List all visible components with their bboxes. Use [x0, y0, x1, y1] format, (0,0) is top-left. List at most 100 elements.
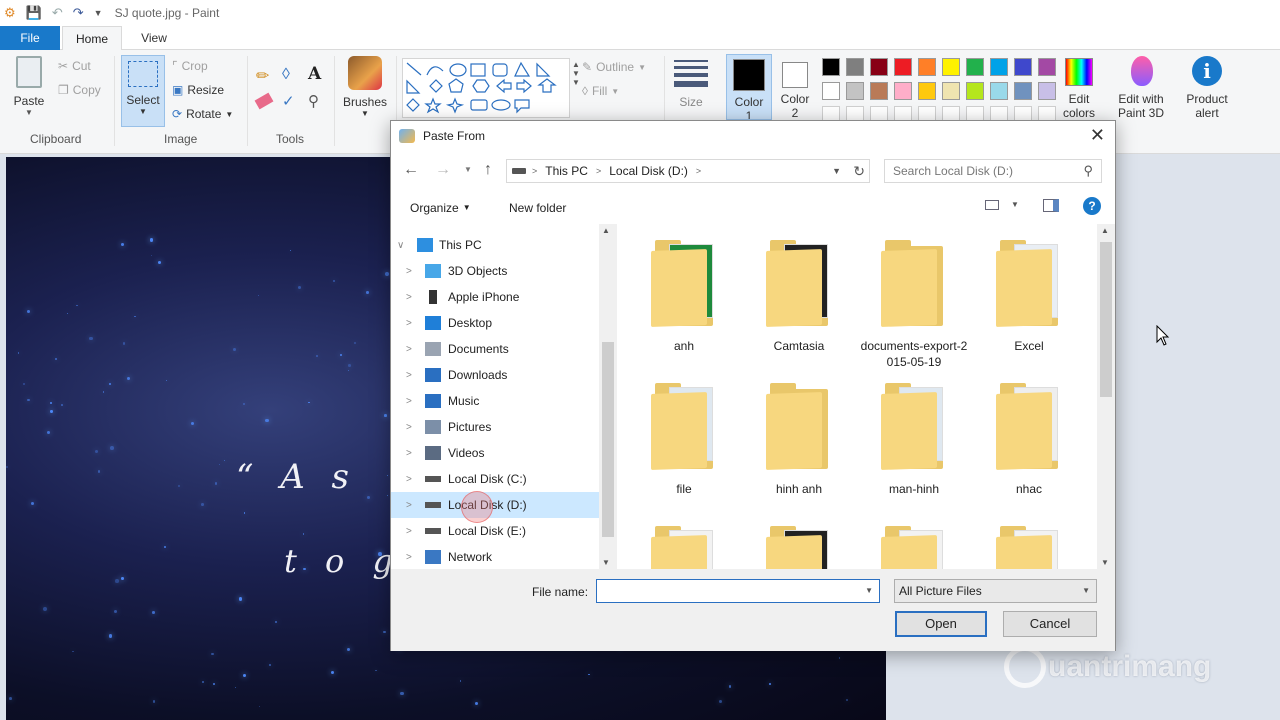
cancel-button[interactable]: Cancel [1003, 611, 1097, 637]
fill-button[interactable]: ◊ Fill ▼ [582, 84, 619, 98]
expand-arrow-icon[interactable]: > [406, 448, 412, 459]
shapes-scroll-icon[interactable]: ▲ ▼ ▼ [572, 60, 580, 87]
pencil-icon[interactable]: ✏ [256, 66, 269, 86]
palette-color-swatch[interactable] [990, 58, 1008, 76]
outline-button[interactable]: ✎ Outline ▼ [582, 60, 646, 74]
brushes-button[interactable]: Brushes ▼ [340, 56, 390, 118]
palette-color-swatch[interactable] [918, 82, 936, 100]
expand-arrow-icon[interactable]: > [406, 318, 412, 329]
save-icon[interactable]: 💾 [26, 5, 42, 21]
expand-arrow-icon[interactable]: > [406, 500, 412, 511]
help-icon[interactable]: ? [1083, 197, 1101, 215]
palette-color-swatch[interactable] [966, 58, 984, 76]
breadcrumb-local-disk-d[interactable]: Local Disk (D:) [609, 164, 688, 178]
folder-item[interactable]: hinh anh [744, 383, 854, 497]
expand-arrow-icon[interactable]: > [406, 552, 412, 563]
paste-dropdown-icon[interactable]: ▼ [12, 108, 46, 117]
folder-item[interactable]: file [629, 383, 739, 497]
refresh-icon[interactable]: ↻ [853, 163, 865, 180]
crop-button[interactable]: ⌜ Crop [172, 59, 208, 73]
file-scroll-thumb[interactable] [1100, 242, 1112, 397]
address-bar[interactable]: > This PC > Local Disk (D:) > ▼ ↻ [506, 159, 870, 183]
shapes-gallery[interactable] [402, 58, 570, 118]
palette-color-swatch[interactable] [870, 82, 888, 100]
nav-item-documents[interactable]: > Documents [391, 336, 599, 362]
redo-icon[interactable]: ↷ [73, 5, 84, 21]
product-alert-button[interactable]: i Product alert [1178, 56, 1236, 120]
search-input[interactable]: Search Local Disk (D:) ⚲ [884, 159, 1102, 183]
up-arrow-icon[interactable]: ↑ [484, 161, 492, 179]
color2-button[interactable]: Color 2 [774, 54, 816, 120]
file-list-scrollbar[interactable]: ▲ ▼ [1097, 224, 1115, 569]
size-button[interactable]: Size [670, 58, 712, 109]
nav-item-videos[interactable]: > Videos [391, 440, 599, 466]
preview-pane-icon[interactable] [1043, 199, 1059, 212]
palette-color-swatch[interactable] [822, 82, 840, 100]
undo-icon[interactable]: ↶ [52, 5, 63, 21]
folder-item[interactable]: nhac [974, 383, 1084, 497]
palette-color-swatch[interactable] [846, 82, 864, 100]
open-button[interactable]: Open [895, 611, 987, 637]
nav-item-3d-objects[interactable]: >3D Objects [391, 258, 599, 284]
eraser-icon[interactable] [254, 92, 274, 110]
customize-qat-icon[interactable]: ▼ [94, 8, 103, 18]
palette-color-swatch[interactable] [942, 82, 960, 100]
expand-arrow-icon[interactable]: > [406, 266, 412, 277]
folder-icon[interactable] [766, 526, 832, 569]
select-button[interactable]: Select ▼ [121, 55, 165, 127]
expand-arrow-icon[interactable]: > [406, 344, 412, 355]
file-type-select[interactable]: All Picture Files ▼ [894, 579, 1097, 603]
nav-item-pictures[interactable]: > Pictures [391, 414, 599, 440]
recent-locations-icon[interactable]: ▼ [464, 165, 472, 174]
back-arrow-icon[interactable]: ← [403, 161, 419, 179]
color1-button[interactable]: Color 1 [726, 54, 772, 120]
nav-item-local-disk-d[interactable]: > Local Disk (D:) [391, 492, 599, 518]
expand-arrow-icon[interactable]: > [406, 422, 412, 433]
palette-color-swatch[interactable] [1014, 58, 1032, 76]
new-folder-button[interactable]: New folder [509, 201, 566, 215]
close-icon[interactable]: ✕ [1090, 125, 1105, 146]
palette-color-swatch[interactable] [1014, 82, 1032, 100]
nav-item-local-disk-e[interactable]: > Local Disk (E:) [391, 518, 599, 544]
expand-arrow-icon[interactable]: ∨ [397, 240, 404, 251]
palette-color-swatch[interactable] [966, 82, 984, 100]
folder-icon[interactable] [996, 526, 1062, 569]
color-picker-icon[interactable]: ✓ [282, 92, 295, 110]
expand-arrow-icon[interactable]: > [406, 474, 412, 485]
view-dropdown-icon[interactable]: ▼ [1011, 200, 1019, 209]
tab-file[interactable]: File [0, 26, 60, 50]
address-dropdown-icon[interactable]: ▼ [832, 166, 841, 176]
expand-arrow-icon[interactable]: > [406, 526, 412, 537]
palette-color-swatch[interactable] [1038, 82, 1056, 100]
palette-color-swatch[interactable] [894, 82, 912, 100]
nav-item-local-disk-c[interactable]: > Local Disk (C:) [391, 466, 599, 492]
palette-color-swatch[interactable] [894, 58, 912, 76]
file-type-dropdown-icon[interactable]: ▼ [1082, 586, 1090, 595]
resize-button[interactable]: ▣ Resize [172, 83, 224, 97]
copy-button[interactable]: ❐ Copy [58, 83, 101, 97]
folder-icon[interactable] [651, 526, 717, 569]
edit-paint3d-button[interactable]: Edit with Paint 3D [1112, 56, 1172, 120]
nav-item-music[interactable]: > Music [391, 388, 599, 414]
paste-button[interactable]: Paste ▼ [12, 56, 46, 117]
view-options-icon[interactable] [985, 200, 999, 210]
expand-arrow-icon[interactable]: > [406, 292, 412, 303]
palette-color-swatch[interactable] [870, 58, 888, 76]
nav-item-apple-iphone[interactable]: > Apple iPhone [391, 284, 599, 310]
tab-view[interactable]: View [124, 26, 184, 50]
palette-color-swatch[interactable] [1038, 58, 1056, 76]
nav-item-network[interactable]: > Network [391, 544, 599, 569]
file-name-dropdown-icon[interactable]: ▼ [865, 586, 873, 595]
navigation-scroll-thumb[interactable] [602, 342, 614, 537]
nav-item-desktop[interactable]: > Desktop [391, 310, 599, 336]
folder-icon[interactable] [881, 526, 947, 569]
folder-item[interactable]: anh [629, 240, 739, 354]
expand-arrow-icon[interactable]: > [406, 370, 412, 381]
rotate-button[interactable]: ⟳ Rotate ▼ [172, 107, 233, 121]
search-icon[interactable]: ⚲ [1083, 163, 1093, 179]
organize-button[interactable]: Organize ▼ [410, 201, 471, 215]
folder-item[interactable]: Excel [974, 240, 1084, 354]
folder-item[interactable]: man-hinh [859, 383, 969, 497]
palette-color-swatch[interactable] [990, 82, 1008, 100]
breadcrumb-this-pc[interactable]: This PC [545, 164, 588, 178]
